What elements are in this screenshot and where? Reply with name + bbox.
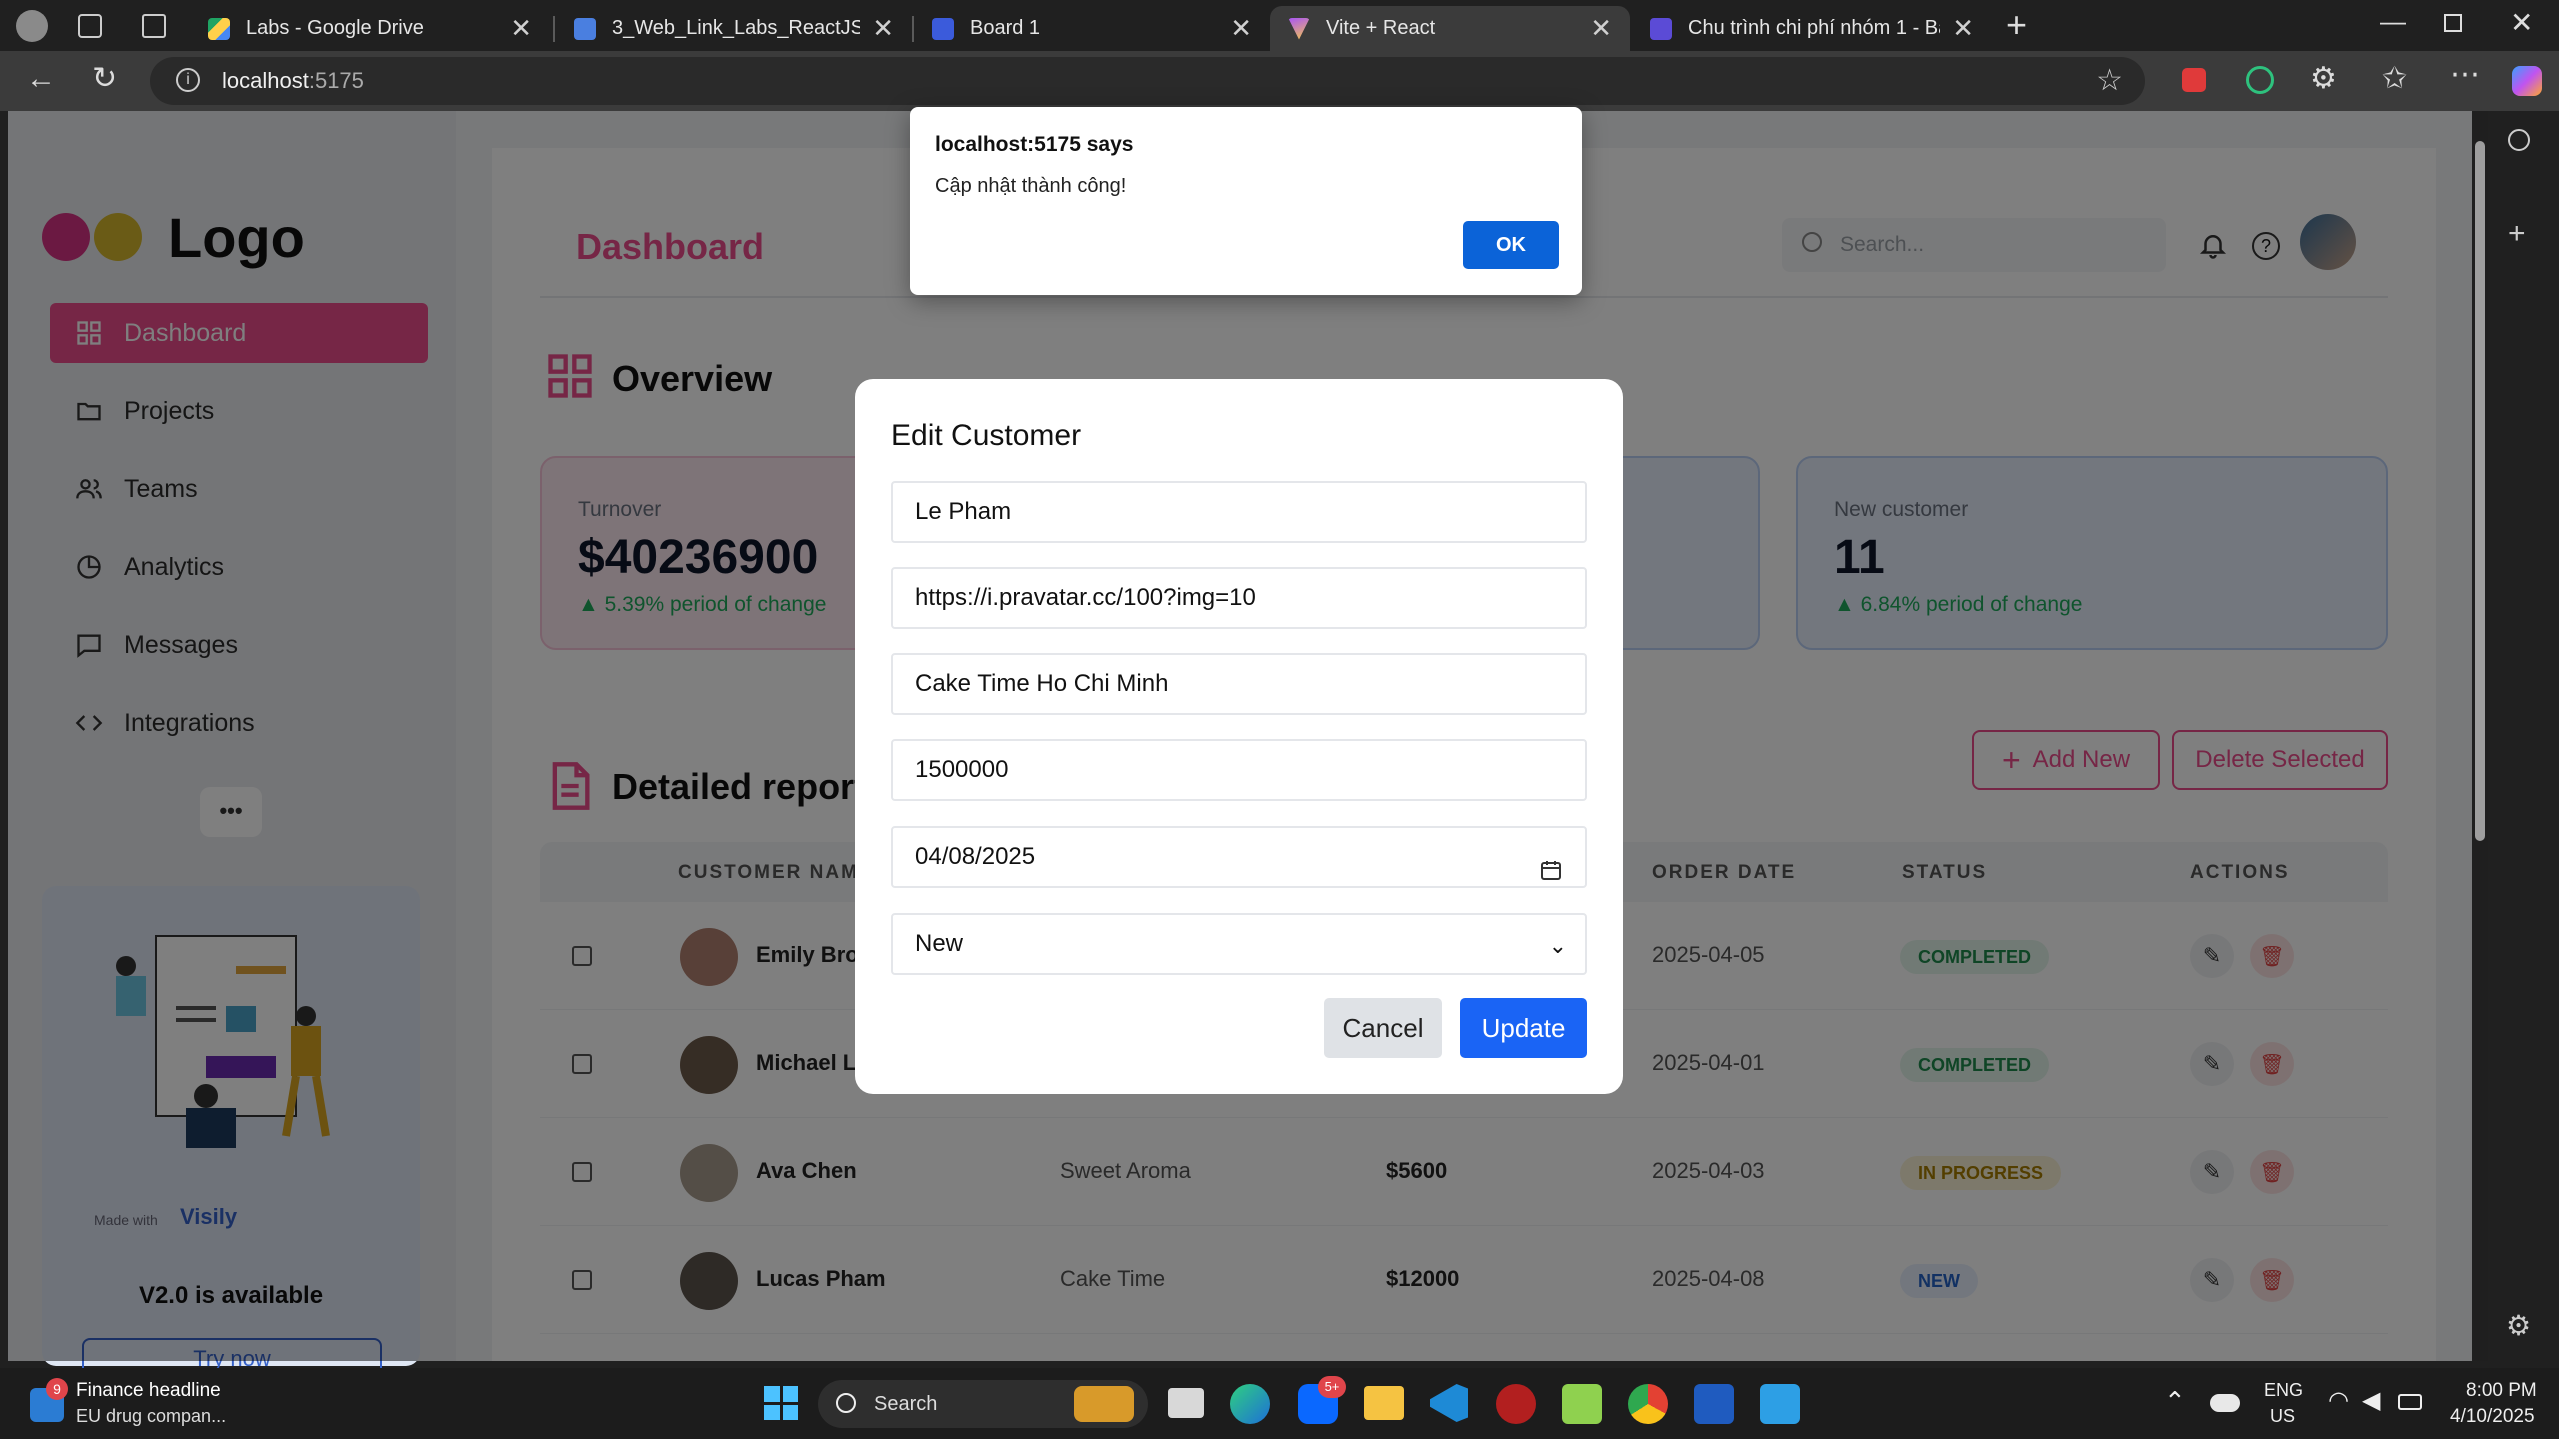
- search-icon[interactable]: [2508, 129, 2530, 151]
- more-menu-icon[interactable]: ⋯: [2450, 60, 2480, 90]
- info-icon[interactable]: i: [176, 68, 200, 92]
- google-docs-icon: [574, 17, 596, 40]
- value-field[interactable]: 1500000: [891, 739, 1587, 801]
- extension-red-icon[interactable]: [2182, 68, 2206, 92]
- taskbar: 9 Finance headline EU drug compan... Sea…: [0, 1368, 2559, 1439]
- profile-icon[interactable]: [16, 10, 48, 42]
- avatar-url-field[interactable]: https://i.pravatar.cc/100?img=10: [891, 567, 1587, 629]
- start-button[interactable]: [764, 1386, 798, 1420]
- tab-web-link-labs[interactable]: 3_Web_Link_Labs_ReactJS_Online ✕: [556, 6, 912, 51]
- scrollbar-thumb[interactable]: [2475, 141, 2485, 841]
- edge-icon[interactable]: [1230, 1384, 1270, 1424]
- language-bottom: US: [2270, 1406, 2296, 1426]
- alert-ok-button[interactable]: OK: [1463, 221, 1559, 269]
- refresh-icon[interactable]: ↻: [92, 64, 117, 94]
- status-value: New: [915, 930, 964, 957]
- favorites-icon[interactable]: ✩: [2382, 64, 2407, 94]
- close-window-button[interactable]: ✕: [2510, 6, 2533, 39]
- wifi-icon[interactable]: ◠: [2328, 1386, 2349, 1415]
- app-tools-icon[interactable]: [1562, 1384, 1602, 1424]
- close-icon[interactable]: ✕: [510, 13, 532, 44]
- name-field[interactable]: Le Pham: [891, 481, 1587, 543]
- calendar-icon[interactable]: [1539, 846, 1563, 904]
- word-icon[interactable]: [1694, 1384, 1734, 1424]
- tab-vite-react[interactable]: Vite + React ✕: [1270, 6, 1630, 51]
- close-icon[interactable]: ✕: [1590, 13, 1612, 44]
- cancel-button[interactable]: Cancel: [1324, 998, 1442, 1058]
- vite-icon: [1288, 17, 1310, 40]
- extension-green-icon[interactable]: [2246, 66, 2274, 94]
- back-icon[interactable]: ←: [26, 64, 56, 94]
- app-red-icon[interactable]: [1496, 1384, 1536, 1424]
- clock-time[interactable]: 8:00 PM: [2466, 1380, 2537, 1402]
- close-icon[interactable]: ✕: [1952, 13, 1974, 44]
- shield-icon: [1650, 17, 1672, 40]
- address-bar[interactable]: i localhost:5175 ☆: [150, 57, 2145, 105]
- tab-chu-trinh[interactable]: Chu trình chi phí nhóm 1 - Bài th ✕: [1632, 6, 1992, 51]
- add-icon[interactable]: +: [2508, 217, 2526, 251]
- chevron-up-icon[interactable]: ⌃: [2164, 1386, 2186, 1417]
- status-select[interactable]: New ⌄: [891, 913, 1587, 975]
- copilot-icon[interactable]: [2512, 66, 2542, 96]
- task-view-icon[interactable]: [1168, 1388, 1204, 1418]
- url-port: :5175: [308, 68, 364, 93]
- settings-icon[interactable]: ⚙: [2506, 1309, 2531, 1342]
- news-badge: 9: [46, 1378, 68, 1400]
- alert-origin: localhost:5175 says: [935, 133, 1134, 156]
- edit-customer-modal: Edit Customer Le Pham https://i.pravatar…: [855, 379, 1623, 1094]
- company-field[interactable]: Cake Time Ho Chi Minh: [891, 653, 1587, 715]
- workspaces-icon[interactable]: [78, 14, 102, 38]
- browser-tab-strip: Labs - Google Drive ✕ 3_Web_Link_Labs_Re…: [0, 0, 2559, 51]
- vscode-icon[interactable]: [1430, 1384, 1468, 1422]
- search-label: Search: [874, 1393, 938, 1415]
- search-icon: [836, 1393, 856, 1413]
- news-subtitle: EU drug compan...: [76, 1406, 227, 1426]
- language-top[interactable]: ENG: [2264, 1380, 2303, 1401]
- chrome-icon[interactable]: [1628, 1384, 1668, 1424]
- date-value: 04/08/2025: [915, 843, 1036, 870]
- url-host: localhost: [222, 68, 309, 93]
- tab-board-1[interactable]: Board 1 ✕: [914, 6, 1270, 51]
- page-scrollbar[interactable]: [2472, 111, 2488, 1361]
- minimize-button[interactable]: —: [2380, 6, 2406, 37]
- tab-labs-drive[interactable]: Labs - Google Drive ✕: [190, 6, 550, 51]
- modal-title: Edit Customer: [891, 419, 1082, 452]
- browser-alert-dialog: localhost:5175 says Cập nhật thành công!…: [910, 107, 1582, 295]
- battery-icon[interactable]: [2398, 1394, 2422, 1410]
- alert-message: Cập nhật thành công!: [935, 175, 1127, 197]
- close-icon[interactable]: ✕: [872, 13, 894, 44]
- update-button[interactable]: Update: [1460, 998, 1587, 1058]
- news-title[interactable]: Finance headline: [76, 1380, 221, 1402]
- board-icon: [932, 17, 954, 40]
- paint-icon[interactable]: [1760, 1384, 1800, 1424]
- file-explorer-icon[interactable]: [1364, 1386, 1404, 1420]
- search-highlight-icon: [1074, 1386, 1134, 1422]
- zalo-badge: 5+: [1318, 1376, 1346, 1398]
- close-icon[interactable]: ✕: [1230, 13, 1252, 44]
- google-drive-icon: [208, 17, 230, 40]
- onedrive-icon[interactable]: [2210, 1394, 2240, 1412]
- edge-sidebar: + ⚙: [2488, 111, 2559, 1361]
- restore-button[interactable]: [2444, 14, 2462, 32]
- new-tab-button[interactable]: +: [2006, 4, 2027, 46]
- vertical-tabs-icon[interactable]: [142, 14, 166, 38]
- extensions-icon[interactable]: ⚙: [2310, 64, 2337, 94]
- date-field[interactable]: 04/08/2025: [891, 826, 1587, 888]
- taskbar-search[interactable]: Search: [818, 1380, 1148, 1428]
- clock-date: 4/10/2025: [2450, 1406, 2535, 1427]
- chevron-down-icon: ⌄: [1548, 933, 1567, 958]
- volume-icon[interactable]: ◀: [2362, 1386, 2380, 1415]
- favorite-star-icon[interactable]: ☆: [2096, 63, 2123, 98]
